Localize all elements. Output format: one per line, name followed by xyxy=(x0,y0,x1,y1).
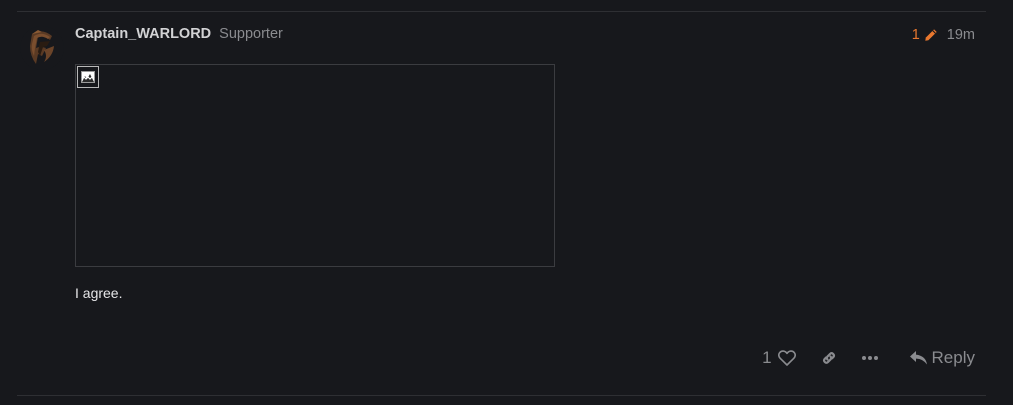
reply-label: Reply xyxy=(931,348,975,367)
like-count: 1 xyxy=(762,348,772,367)
reply-button[interactable]: Reply xyxy=(909,348,975,368)
top-divider xyxy=(17,11,986,12)
edit-history-button[interactable]: 1 xyxy=(912,27,938,43)
pencil-icon xyxy=(925,29,937,41)
image-placeholder-glyph xyxy=(81,71,95,83)
bottom-divider xyxy=(17,395,986,396)
avatar[interactable] xyxy=(20,26,64,70)
post-image[interactable] xyxy=(75,64,555,267)
post-author: Captain_WARLORD Supporter xyxy=(75,26,283,44)
post-age[interactable]: 19m xyxy=(947,27,975,43)
post-actions: 1 Reply xyxy=(762,346,975,370)
user-title: Supporter xyxy=(219,26,283,42)
share-link-button[interactable] xyxy=(820,349,838,367)
more-actions-button[interactable] xyxy=(861,355,879,361)
broken-image-icon xyxy=(77,66,99,88)
post-body-text: I agree. xyxy=(75,285,123,301)
username-link[interactable]: Captain_WARLORD xyxy=(75,26,211,42)
edit-count: 1 xyxy=(911,27,920,43)
reply-arrow-icon xyxy=(909,351,927,365)
avatar-spartan-helmet-image xyxy=(20,26,64,70)
forum-post: Captain_WARLORD Supporter 1 19m I agree.… xyxy=(0,0,1013,405)
post-meta: 1 19m xyxy=(912,26,975,44)
ellipsis-icon xyxy=(861,356,878,360)
heart-icon xyxy=(777,350,796,366)
link-icon xyxy=(822,352,835,364)
like-button[interactable]: 1 xyxy=(762,348,796,368)
